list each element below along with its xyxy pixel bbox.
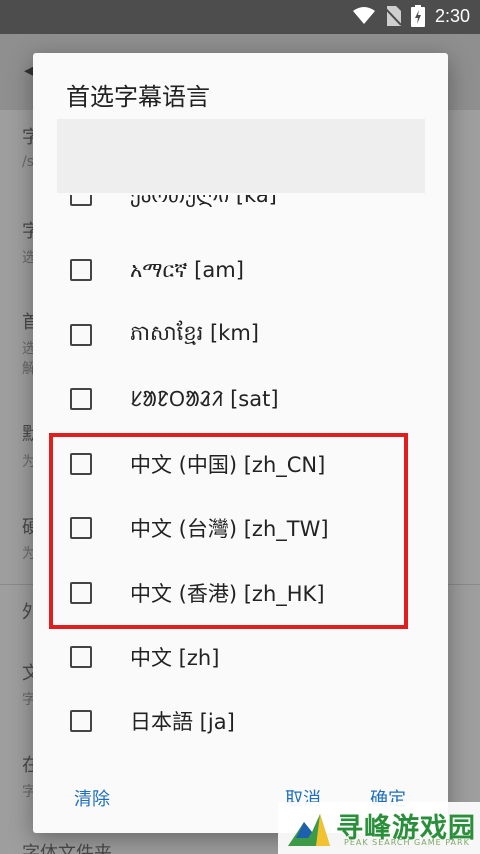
background-row: 字体文件夹 bbox=[22, 843, 112, 854]
language-option-ka[interactable]: ქართული [ka] bbox=[33, 195, 448, 227]
highlight-box bbox=[49, 433, 408, 629]
language-label: አማርኛ [am] bbox=[130, 257, 244, 282]
wifi-icon bbox=[352, 7, 375, 24]
watermark: 寻峰游戏园 PEAK SEARCH GAME PARK bbox=[278, 802, 480, 854]
language-label: 日本語 [ja] bbox=[130, 710, 235, 734]
language-option-zh[interactable]: 中文 [zh] bbox=[33, 625, 448, 689]
status-time: 2:30 bbox=[434, 5, 470, 26]
clear-button[interactable]: 清除 bbox=[74, 785, 110, 811]
language-option-sat[interactable]: ᱥᱟᱱᱛᱟᱲᱤ [sat] bbox=[33, 367, 448, 431]
language-option-km[interactable]: ភាសាខ្មែរ [km] bbox=[33, 303, 448, 367]
status-icons: 2:30 bbox=[352, 5, 470, 27]
language-label: ქართული [ka] bbox=[130, 195, 277, 207]
language-option-am[interactable]: አማርኛ [am] bbox=[33, 238, 448, 302]
checkbox[interactable] bbox=[70, 259, 92, 281]
mountain-logo-icon bbox=[288, 814, 330, 846]
checkbox[interactable] bbox=[70, 324, 92, 346]
status-bar: 2:30 bbox=[0, 0, 480, 34]
dialog-title: 首选字幕语言 bbox=[66, 83, 210, 111]
language-label: ᱥᱟᱱᱛᱟᱲᱤ [sat] bbox=[130, 387, 279, 411]
language-label: 中文 [zh] bbox=[130, 646, 220, 670]
search-field[interactable] bbox=[57, 119, 425, 193]
checkbox[interactable] bbox=[70, 195, 92, 206]
no-sim-icon bbox=[384, 6, 401, 26]
checkbox[interactable] bbox=[70, 710, 92, 732]
language-option-ja[interactable]: 日本語 [ja] bbox=[33, 689, 448, 753]
language-label: ភាសាខ្មែរ [km] bbox=[130, 320, 259, 345]
watermark-subtext: PEAK SEARCH GAME PARK bbox=[344, 838, 470, 847]
battery-charging-icon bbox=[410, 5, 425, 27]
checkbox[interactable] bbox=[70, 646, 92, 668]
checkbox[interactable] bbox=[70, 388, 92, 410]
